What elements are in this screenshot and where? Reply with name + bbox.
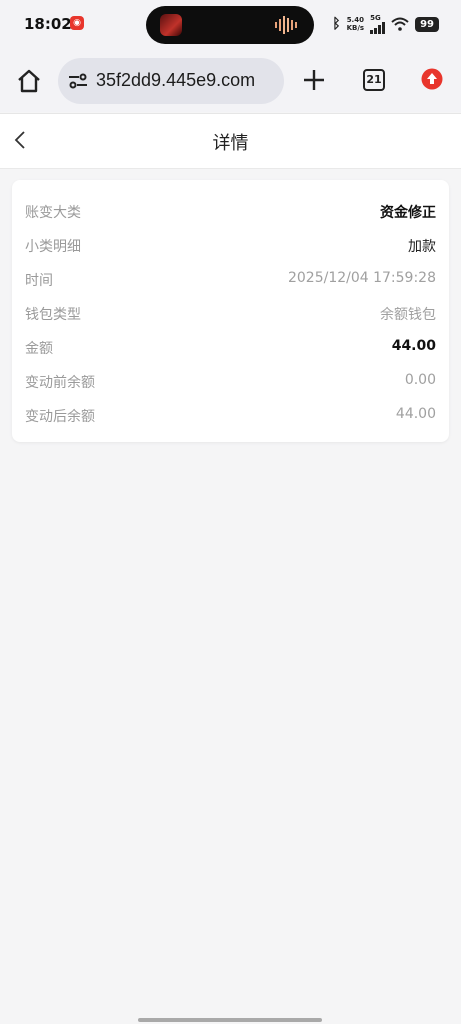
detail-row-balance-before: 变动前余额 0.00 (25, 364, 436, 398)
detail-label: 时间 (25, 273, 53, 289)
detail-value: 余额钱包 (380, 307, 436, 323)
battery-indicator: 99 (415, 16, 439, 32)
detail-value: 资金修正 (380, 205, 436, 221)
new-tab-plus-icon[interactable] (302, 68, 326, 92)
home-icon[interactable] (16, 68, 42, 94)
detail-label: 变动后余额 (25, 409, 95, 425)
update-arrow-icon[interactable] (421, 68, 443, 90)
dynamic-island[interactable] (146, 6, 314, 44)
detail-label: 金额 (25, 341, 53, 357)
page-header: 详情 (0, 113, 461, 169)
audio-wave-icon (275, 16, 297, 34)
detail-card: 账变大类 资金修正 小类明细 加款 时间 2025/12/04 17:59:28… (12, 180, 449, 442)
cellular-signal: 5G (370, 14, 386, 34)
detail-label: 钱包类型 (25, 307, 81, 323)
wifi-icon (391, 17, 409, 31)
detail-row-wallet-type: 钱包类型 余额钱包 (25, 296, 436, 330)
detail-value: 0.00 (404, 372, 436, 388)
status-time: 18:02 (24, 15, 72, 33)
detail-row-balance-after: 变动后余额 44.00 (25, 398, 436, 432)
detail-row-category: 账变大类 资金修正 (25, 194, 436, 228)
bluetooth-icon: ᛒ (332, 16, 341, 32)
page-title: 详情 (212, 133, 249, 154)
detail-row-time: 时间 2025/12/04 17:59:28 (25, 262, 436, 296)
detail-row-amount: 金额 44.00 (25, 330, 436, 364)
signal-bars-icon (370, 22, 386, 34)
detail-value: 加款 (408, 239, 436, 255)
detail-label: 变动前余额 (25, 375, 95, 391)
detail-value: 44.00 (395, 406, 436, 422)
detail-value: 2025/12/04 17:59:28 (287, 270, 436, 286)
address-bar[interactable]: 35f2dd9.445e9.com (58, 58, 284, 104)
notification-app-icon: ◉ (70, 16, 84, 30)
site-settings-icon[interactable] (68, 73, 88, 89)
net-speed: 5.40 KB/s (346, 16, 365, 32)
detail-value: 44.00 (391, 338, 436, 354)
detail-label: 小类明细 (25, 239, 81, 255)
tab-switcher-button[interactable]: 21 (363, 69, 385, 91)
media-thumbnail-icon (160, 14, 182, 36)
home-indicator[interactable] (138, 1018, 322, 1022)
browser-toolbar: 35f2dd9.445e9.com 21 (0, 52, 461, 112)
detail-row-subcategory: 小类明细 加款 (25, 228, 436, 262)
detail-label: 账变大类 (25, 205, 81, 221)
status-bar: 18:02 ◉ ᛒ 5.40 KB/s 5G 99 (0, 0, 461, 52)
url-text[interactable]: 35f2dd9.445e9.com (96, 70, 255, 91)
